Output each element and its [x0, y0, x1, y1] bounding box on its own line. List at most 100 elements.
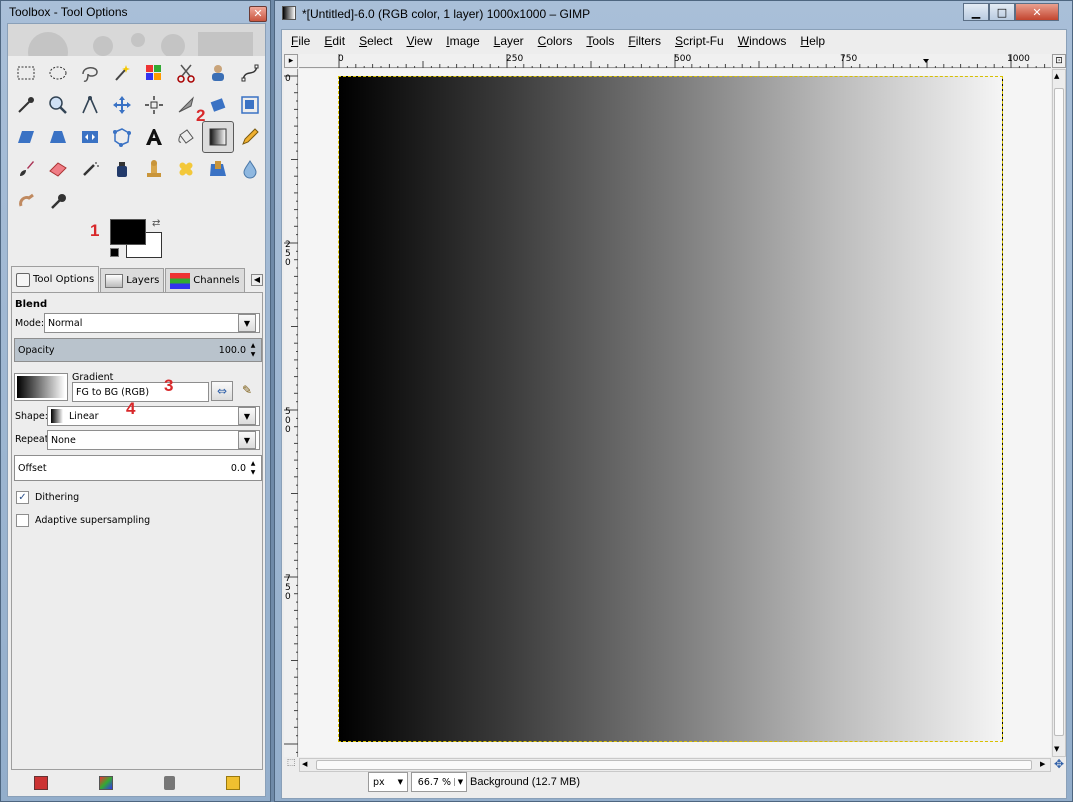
- clone-stamp-icon: [147, 160, 161, 177]
- menu-layer[interactable]: Layer: [487, 34, 531, 50]
- quick-mask-corner-button[interactable]: ▸: [284, 54, 298, 68]
- ink-tool[interactable]: [106, 153, 138, 185]
- edit-gradient-button[interactable]: ✎: [242, 383, 252, 397]
- gradient-name-field[interactable]: FG to BG (RGB): [72, 382, 209, 402]
- eraser-tool[interactable]: [42, 153, 74, 185]
- menu-windows[interactable]: Windows: [731, 34, 794, 50]
- vertical-ruler[interactable]: 0 250 500 750: [284, 69, 298, 757]
- offset-slider[interactable]: Offset 0.0 ▲ ▼: [14, 455, 262, 481]
- fuzzy-select-tool[interactable]: [106, 57, 138, 89]
- canvas-viewport[interactable]: [299, 69, 1051, 757]
- window-controls: ▁ □ ✕: [963, 3, 1059, 21]
- menu-help[interactable]: Help: [793, 34, 832, 50]
- move-arrows-icon: ✥: [1053, 757, 1065, 771]
- menu-image[interactable]: Image: [439, 34, 486, 50]
- adaptive-supersampling-option[interactable]: Adaptive supersampling: [16, 514, 150, 527]
- mode-select[interactable]: Normal ▼: [44, 313, 260, 333]
- reset-options-button[interactable]: [225, 776, 240, 790]
- menu-edit[interactable]: Edit: [317, 34, 352, 50]
- select-by-color-tool[interactable]: [138, 57, 170, 89]
- paths-tool[interactable]: [234, 57, 266, 89]
- adaptive-supersampling-checkbox[interactable]: [16, 514, 29, 527]
- reverse-gradient-button[interactable]: ⇔: [211, 381, 233, 401]
- menu-view[interactable]: View: [399, 34, 439, 50]
- menu-script-fu[interactable]: Script-Fu: [668, 34, 731, 50]
- unit-value: px: [373, 776, 385, 788]
- perspective-tool[interactable]: [42, 121, 74, 153]
- swap-colors-icon[interactable]: ⇄: [152, 218, 160, 229]
- scroll-left-icon[interactable]: ◀: [302, 760, 307, 768]
- rotate-tool[interactable]: [202, 89, 234, 121]
- airbrush-tool[interactable]: [74, 153, 106, 185]
- ellipse-select-tool[interactable]: [42, 57, 74, 89]
- opacity-value: 100.0: [218, 344, 246, 356]
- smudge-tool[interactable]: [10, 185, 42, 217]
- navigate-button[interactable]: ⊡: [1052, 54, 1066, 68]
- blend-tool[interactable]: [202, 121, 234, 153]
- scroll-right-icon[interactable]: ▶: [1040, 760, 1045, 768]
- vertical-scroll-thumb[interactable]: [1054, 88, 1064, 736]
- restore-options-button[interactable]: [98, 776, 113, 790]
- image-canvas[interactable]: [338, 76, 1003, 742]
- dodge-burn-tool[interactable]: [42, 185, 74, 217]
- gradient-preview-button[interactable]: [14, 373, 68, 401]
- paintbrush-tool[interactable]: [10, 153, 42, 185]
- close-button[interactable]: ✕: [1015, 3, 1059, 21]
- flip-tool[interactable]: [74, 121, 106, 153]
- measure-tool[interactable]: [74, 89, 106, 121]
- menu-tools[interactable]: Tools: [579, 34, 621, 50]
- offset-spinner[interactable]: ▲ ▼: [248, 459, 258, 477]
- unit-select[interactable]: px ▼: [368, 772, 408, 792]
- free-select-tool[interactable]: [74, 57, 106, 89]
- tab-tool-options[interactable]: Tool Options: [11, 266, 100, 292]
- menu-colors[interactable]: Colors: [531, 34, 580, 50]
- vertical-scrollbar[interactable]: ▲ ▼: [1052, 69, 1066, 757]
- clone-tool[interactable]: [138, 153, 170, 185]
- dithering-checkbox[interactable]: ✓: [16, 491, 29, 504]
- tab-menu-button[interactable]: ◀: [251, 274, 263, 286]
- dithering-option[interactable]: ✓ Dithering: [16, 491, 79, 504]
- rect-select-tool[interactable]: [10, 57, 42, 89]
- text-tool[interactable]: [138, 121, 170, 153]
- color-picker-tool[interactable]: [10, 89, 42, 121]
- delete-options-button[interactable]: [163, 776, 175, 790]
- foreground-color-swatch[interactable]: [110, 219, 146, 245]
- menu-filters[interactable]: Filters: [621, 34, 668, 50]
- horizontal-scrollbar[interactable]: ◀ ▶: [299, 758, 1051, 772]
- opacity-spinner[interactable]: ▲ ▼: [248, 341, 258, 359]
- pencil-tool[interactable]: [234, 121, 266, 153]
- horizontal-ruler[interactable]: 0 250 500 750 1000: [299, 54, 1051, 68]
- foreground-select-tool[interactable]: [202, 57, 234, 89]
- zoom-tool[interactable]: [42, 89, 74, 121]
- scale-tool[interactable]: [234, 89, 266, 121]
- heal-tool[interactable]: [170, 153, 202, 185]
- shear-tool[interactable]: [10, 121, 42, 153]
- scissors-select-tool[interactable]: [170, 57, 202, 89]
- toolbox-close-button[interactable]: ✕: [249, 6, 267, 22]
- menu-select[interactable]: Select: [352, 34, 399, 50]
- menu-file[interactable]: File: [284, 34, 317, 50]
- minimize-button[interactable]: ▁: [963, 3, 989, 21]
- default-colors-icon[interactable]: [110, 248, 119, 257]
- align-tool[interactable]: [138, 89, 170, 121]
- navigate-move-button[interactable]: ✥: [1052, 757, 1066, 771]
- tab-channels[interactable]: Channels: [165, 268, 245, 292]
- horizontal-scroll-thumb[interactable]: [316, 760, 1032, 770]
- shape-select[interactable]: Linear ▼: [47, 406, 260, 426]
- zoom-select[interactable]: 66.7 % ▼: [411, 772, 467, 792]
- zoom-to-fit-toggle[interactable]: ⬚: [284, 758, 298, 772]
- rect-select-icon: [17, 66, 35, 80]
- tab-layers[interactable]: Layers: [100, 268, 165, 292]
- maximize-button[interactable]: □: [989, 3, 1015, 21]
- opacity-slider[interactable]: Opacity 100.0 ▲ ▼: [14, 338, 262, 362]
- cage-transform-tool[interactable]: [106, 121, 138, 153]
- scroll-down-icon[interactable]: ▼: [1054, 745, 1059, 753]
- blur-tool[interactable]: [234, 153, 266, 185]
- repeat-select[interactable]: None ▼: [47, 430, 260, 450]
- move-tool[interactable]: [106, 89, 138, 121]
- save-options-button[interactable]: [33, 776, 48, 790]
- image-window-title: *[Untitled]-6.0 (RGB color, 1 layer) 100…: [302, 7, 591, 21]
- reverse-arrows-icon: ⇔: [216, 384, 228, 398]
- scroll-up-icon[interactable]: ▲: [1054, 72, 1059, 80]
- perspective-clone-tool[interactable]: [202, 153, 234, 185]
